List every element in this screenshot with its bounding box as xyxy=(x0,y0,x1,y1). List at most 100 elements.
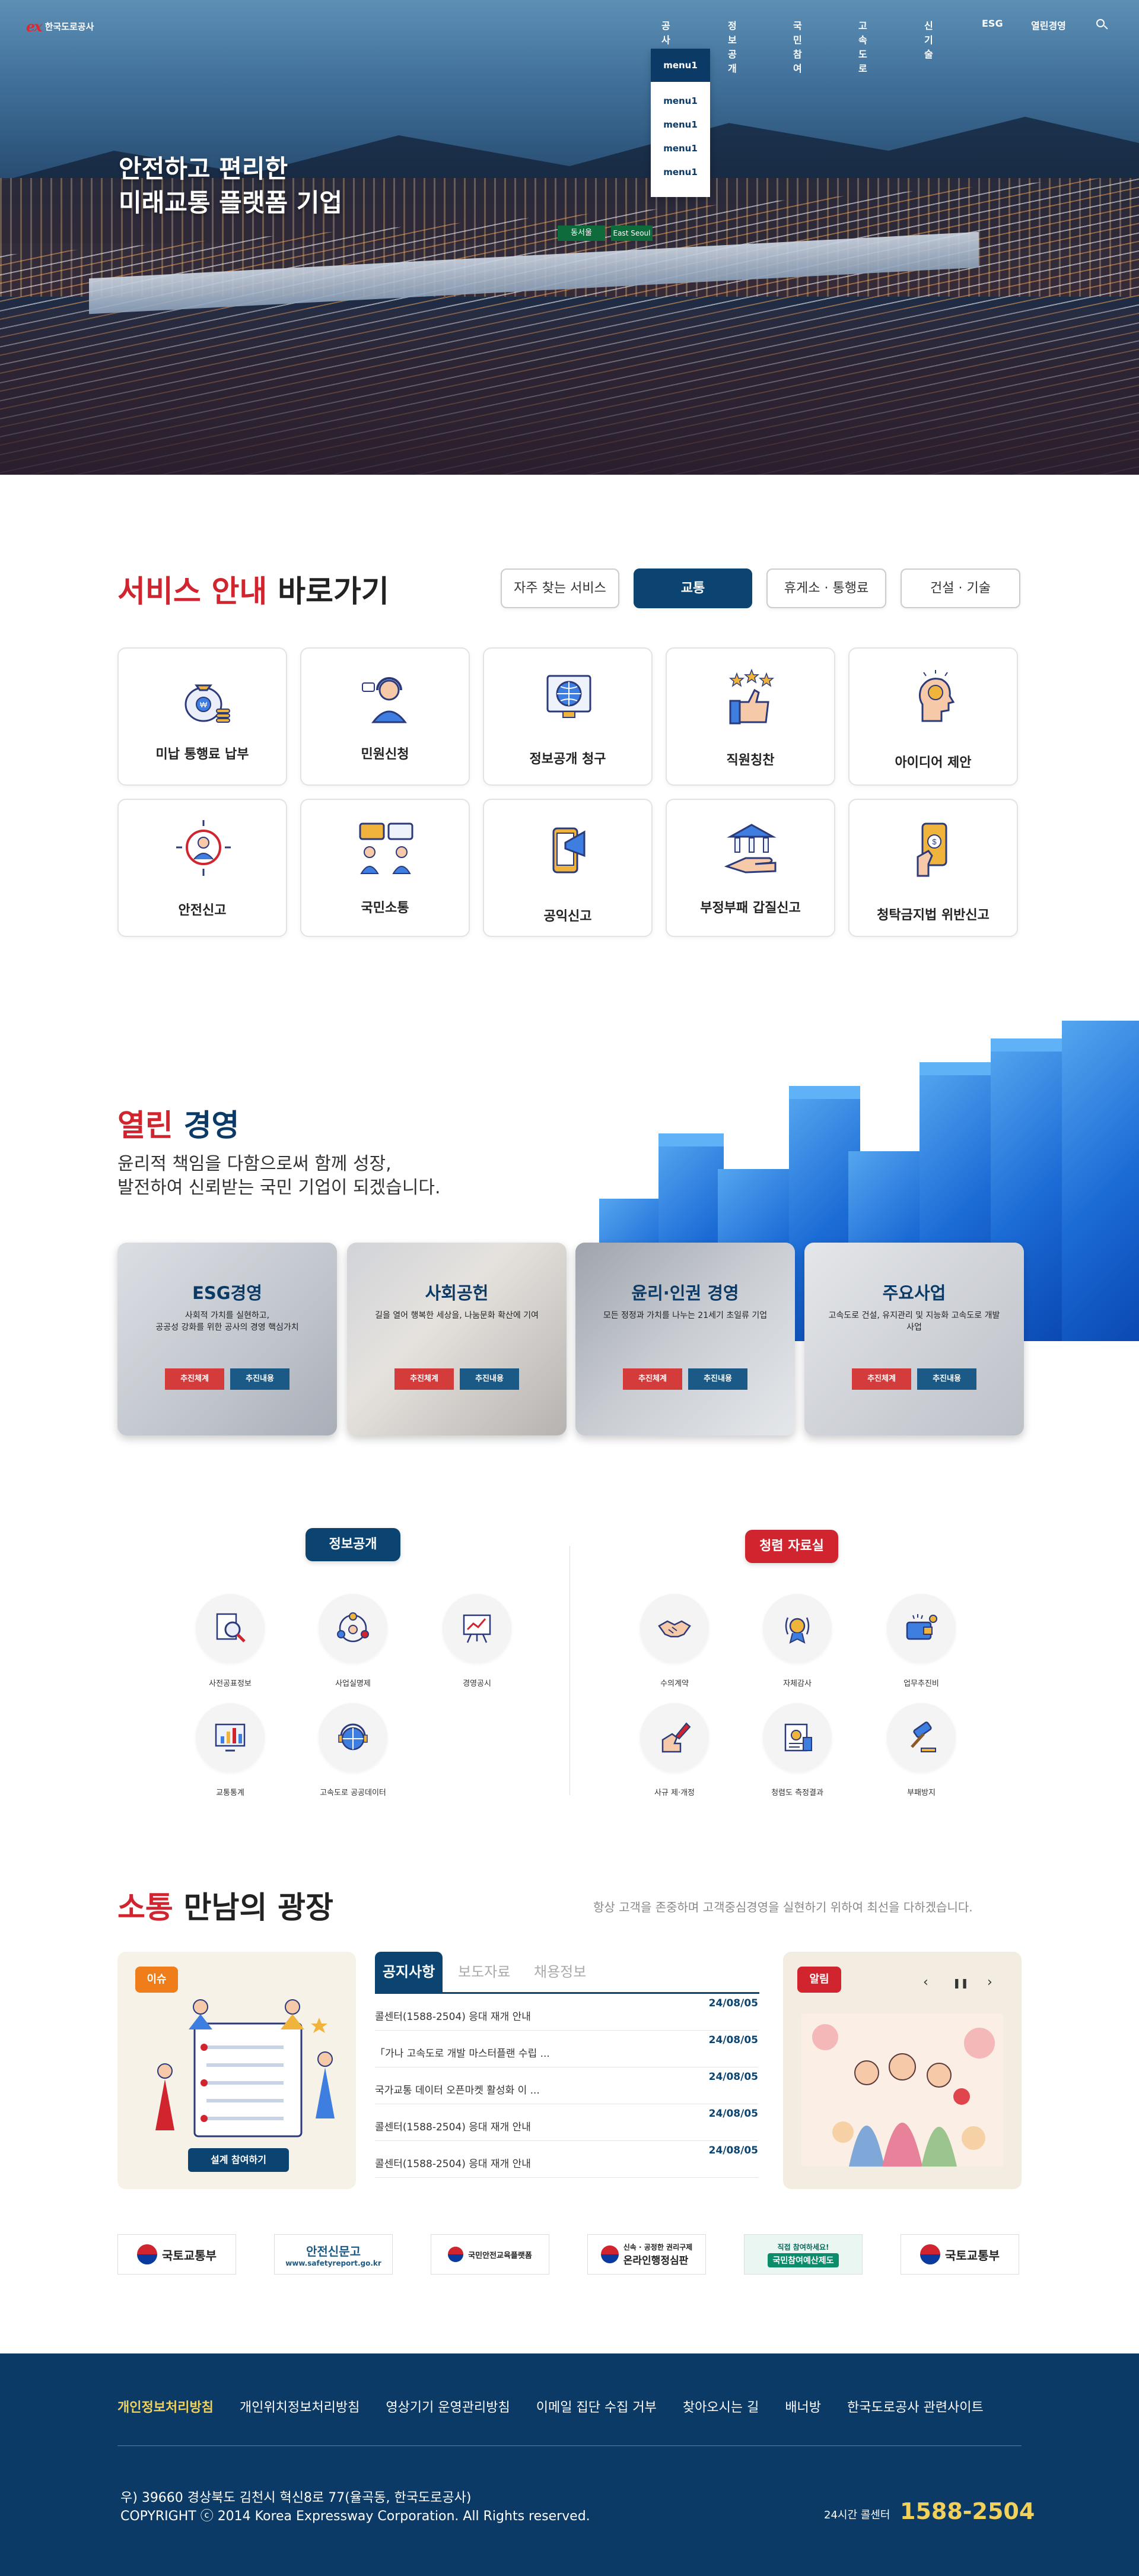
card-button-system[interactable]: 추진체계 xyxy=(623,1368,682,1390)
card-button-content[interactable]: 추진내용 xyxy=(460,1368,519,1390)
tab-construction-tech[interactable]: 건설 · 기술 xyxy=(901,568,1020,608)
dropdown-item[interactable]: menu1 xyxy=(651,89,710,113)
footer-link-cctv[interactable]: 영상기기 운영관리방침 xyxy=(386,2397,510,2416)
footer-link-location-privacy[interactable]: 개인위치정보처리방침 xyxy=(240,2397,359,2416)
prev-arrow-icon[interactable]: ‹ xyxy=(923,1975,928,1990)
footer-copyright: COPYRIGHT ⓒ 2014 Korea Expressway Corpor… xyxy=(120,2509,590,2524)
call-center-number[interactable]: 1588-2504 xyxy=(900,2498,1035,2524)
hand-pen-icon xyxy=(661,1722,691,1753)
notice-row[interactable]: 콜센터(1588-2504) 응대 재개 안내 24/08/05 xyxy=(375,1994,758,2031)
footer-divider xyxy=(117,2445,1022,2446)
notice-row[interactable]: 콜센터(1588-2504) 응대 재개 안내 24/08/05 xyxy=(375,2104,758,2141)
dropdown-item[interactable]: menu1 xyxy=(651,136,710,160)
nav-item-esg[interactable]: ESG xyxy=(982,18,1003,29)
logo[interactable]: ex 한국도로공사 xyxy=(26,18,94,35)
service-card-praise[interactable]: 직원칭찬 xyxy=(666,647,835,786)
footer: 개인정보처리방침 개인위치정보처리방침 영상기기 운영관리방침 이메일 집단 수… xyxy=(0,2353,1139,2576)
banner-molit[interactable]: 국토교통부 xyxy=(117,2234,236,2275)
taegeuk-icon xyxy=(920,2244,940,2264)
info-item-public-data[interactable]: 고속도로 공공데이터 xyxy=(306,1703,400,1797)
dropdown-item[interactable]: menu1 xyxy=(651,160,710,184)
svg-text:₩: ₩ xyxy=(200,700,208,709)
money-bag-icon: ₩ xyxy=(184,684,230,723)
info-item-label: 경영공시 xyxy=(463,1679,491,1688)
card-business[interactable]: 주요사업 고속도로 건설, 유지관리 및 지능화 고속도로 개발사업 추진체계 … xyxy=(804,1243,1024,1435)
integrity-archive-pill[interactable]: 청렴 자료실 xyxy=(745,1530,838,1563)
tab-traffic[interactable]: 교통 xyxy=(634,568,752,608)
notice-date: 24/08/05 xyxy=(708,2145,758,2156)
gavel-icon xyxy=(911,1721,936,1752)
service-card-anti-graft[interactable]: $ 청탁금지법 위반신고 xyxy=(848,799,1018,937)
dropdown-item[interactable]: menu1 xyxy=(651,113,710,136)
pause-icon[interactable]: ❚❚ xyxy=(953,1977,969,1989)
card-ethics[interactable]: 윤리·인권 경영 모든 정정과 가치를 나누는 21세기 초일류 기업 추진체계… xyxy=(575,1243,795,1435)
service-card-corruption[interactable]: 부정부패 갑질신고 xyxy=(666,799,835,937)
notice-row[interactable]: 콜센터(1588-2504) 응대 재개 안내 24/08/05 xyxy=(375,2141,758,2178)
issue-tag: 이슈 xyxy=(135,1967,178,1993)
card-button-system[interactable]: 추진체계 xyxy=(394,1368,454,1390)
nav-item-open[interactable]: 열린경영 xyxy=(1031,18,1066,32)
tab-notice[interactable]: 공지사항 xyxy=(375,1952,443,1992)
hero-title: 안전하고 편리한 미래교통 플랫폼 기업 xyxy=(119,152,342,220)
search-icon[interactable] xyxy=(1095,18,1108,31)
service-card-complaint[interactable]: 민원신청 xyxy=(300,647,470,786)
info-item-management-disclosure[interactable]: 경영공시 xyxy=(429,1594,524,1688)
next-arrow-icon[interactable]: › xyxy=(987,1975,992,1990)
footer-link-related-sites[interactable]: 한국도로공사 관련사이트 xyxy=(847,2397,984,2416)
wallet-coins-icon xyxy=(906,1614,937,1640)
footer-link-directions[interactable]: 찾아오시는 길 xyxy=(683,2397,759,2416)
banner-molit-2[interactable]: 국토교통부 xyxy=(901,2234,1019,2275)
info-item-regulation[interactable]: 사규 제·개정 xyxy=(627,1703,722,1797)
dropdown-item-active[interactable]: menu1 xyxy=(651,49,710,82)
tab-frequent[interactable]: 자주 찾는 서비스 xyxy=(501,568,619,608)
nav-item-participation[interactable]: 국민참여 xyxy=(793,18,802,75)
banner-budget[interactable]: 직접 참여하세요! 국민참여예산제도 xyxy=(744,2234,863,2275)
service-card-whistleblow[interactable]: 공익신고 xyxy=(483,799,653,937)
notice-row[interactable]: 국가교통 데이터 오픈마켓 활성화 이 ... 24/08/05 xyxy=(375,2067,758,2104)
info-item-label: 수의계약 xyxy=(660,1679,689,1688)
footer-link-privacy[interactable]: 개인정보처리방침 xyxy=(117,2397,214,2416)
service-title-red: 서비스 안내 xyxy=(117,574,268,609)
service-card-unpaid-toll[interactable]: ₩ 미납 통행료 납부 xyxy=(117,647,287,786)
card-esg[interactable]: ESG경영 사회적 가치를 실현하고, 공공성 강화를 위한 공사의 경영 핵심… xyxy=(117,1243,337,1435)
nav-item-newtech[interactable]: 신기술 xyxy=(924,18,933,61)
banner-safety-report[interactable]: 안전신문고 www.safetyreport.go.kr xyxy=(274,2234,393,2275)
tab-press[interactable]: 보도자료 xyxy=(458,1952,510,1992)
footer-link-banner[interactable]: 배너방 xyxy=(785,2397,821,2416)
globe-headset-icon xyxy=(338,1723,368,1751)
card-button-content[interactable]: 추진내용 xyxy=(230,1368,289,1390)
nav-item-info[interactable]: 정보공개 xyxy=(728,18,737,75)
hero-title-line1: 안전하고 편리한 xyxy=(119,154,288,183)
info-item-self-audit[interactable]: 자체감사 xyxy=(750,1594,845,1688)
card-button-content[interactable]: 추진내용 xyxy=(917,1368,976,1390)
notice-row[interactable]: 「가나 고속도로 개발 마스터플랜 수립 ... 24/08/05 xyxy=(375,2031,758,2067)
info-item-pre-disclosure[interactable]: 사전공표정보 xyxy=(183,1594,278,1688)
banner-safety-edu[interactable]: 국민안전교육플랫폼 xyxy=(431,2234,549,2275)
tab-recruit[interactable]: 채용정보 xyxy=(534,1952,586,1992)
sotong-desc: 항상 고객을 존중하며 고객중심경영을 실현하기 위하여 최선을 다하겠습니다. xyxy=(593,1900,973,1914)
participate-button[interactable]: 설계 참여하기 xyxy=(188,2148,289,2172)
card-button-system[interactable]: 추진체계 xyxy=(165,1368,224,1390)
footer-link-email-refusal[interactable]: 이메일 집단 수집 거부 xyxy=(536,2397,657,2416)
info-item-traffic-stats[interactable]: 교통통계 xyxy=(183,1703,278,1797)
card-social[interactable]: 사회공헌 길을 열어 행복한 세상을, 나눔문화 확산에 기여 추진체계 추진내… xyxy=(347,1243,567,1435)
notice-title: 콜센터(1588-2504) 응대 재개 안내 xyxy=(375,2158,531,2170)
info-disclosure-pill[interactable]: 정보공개 xyxy=(306,1528,400,1561)
nav-item-expressway[interactable]: 고속도로 xyxy=(858,18,867,75)
service-card-communication[interactable]: 국민소통 xyxy=(300,799,470,937)
card-button-content[interactable]: 추진내용 xyxy=(688,1368,747,1390)
card-button-system[interactable]: 추진체계 xyxy=(852,1368,911,1390)
service-card-safety-report[interactable]: 안전신고 xyxy=(117,799,287,937)
idea-head-icon xyxy=(918,670,955,722)
service-card-idea[interactable]: 아이디어 제안 xyxy=(848,647,1018,786)
service-card-info-request[interactable]: 정보공개 청구 xyxy=(483,647,653,786)
tab-rest-area-toll[interactable]: 휴게소 · 통행료 xyxy=(766,568,886,608)
banner-admin-appeal[interactable]: 신속 · 공정한 권리구제 온라인행정심판 xyxy=(587,2234,706,2275)
info-item-private-contract[interactable]: 수의계약 xyxy=(627,1594,722,1688)
info-item-integrity-result[interactable]: 청렴도 측정결과 xyxy=(750,1703,845,1797)
info-item-anti-corruption[interactable]: 부패방지 xyxy=(874,1703,969,1797)
info-item-label: 자체감사 xyxy=(783,1679,812,1688)
card-title: 주요사업 xyxy=(882,1283,946,1303)
info-item-real-name[interactable]: 사업실명제 xyxy=(306,1594,400,1688)
info-item-business-expense[interactable]: 업무추진비 xyxy=(874,1594,969,1688)
